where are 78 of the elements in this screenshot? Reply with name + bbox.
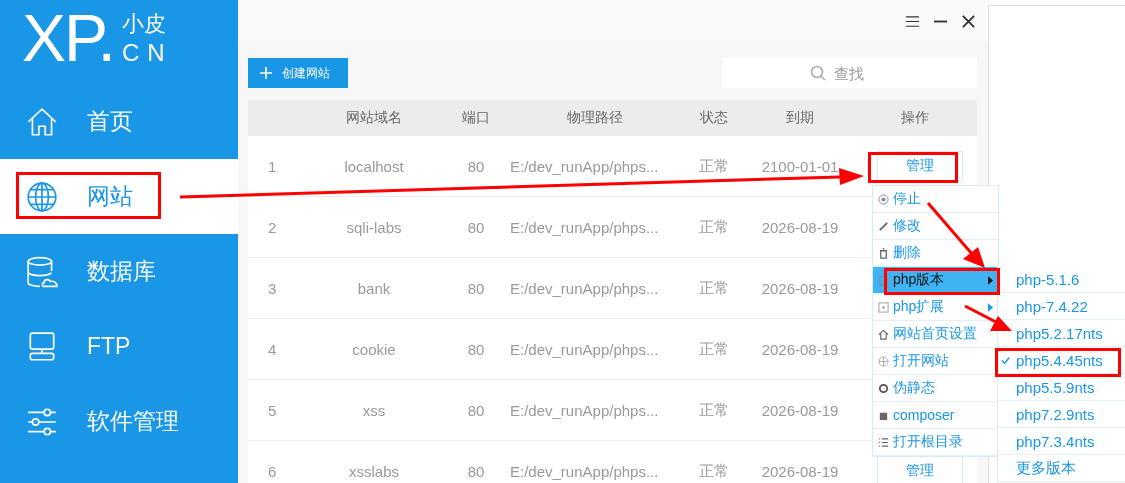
plus-icon (260, 67, 272, 79)
table-cell-text: xss (361, 401, 387, 419)
manage-button[interactable]: 管理 (876, 456, 963, 483)
table-cell-text: 6 (267, 462, 278, 480)
menu-icon[interactable] (905, 13, 920, 29)
table-cell-text: 正常 (698, 461, 730, 481)
annotation-arrow (926, 202, 985, 268)
table-cell-text: 80 (466, 279, 486, 297)
globe-icon (25, 179, 59, 214)
create-website-button[interactable]: 创建网站 (248, 58, 348, 88)
table-cell-text: E:/dev_runApp/phps... (509, 340, 660, 358)
table-cell-text: 80 (466, 218, 486, 236)
search-field[interactable]: 查找 (722, 58, 977, 88)
table-cell-text: localhost (343, 157, 405, 175)
table-cell-text: 正常 (698, 400, 730, 420)
sidebar-item[interactable]: 首页 (0, 84, 238, 159)
table-cell-text: 4 (267, 340, 278, 358)
table-cell-text: 2026-08-19 (760, 340, 840, 358)
menu-item[interactable]: php7.3.4nts (998, 428, 1125, 455)
logo-suffix: CN (121, 38, 173, 68)
table-cell-text: 2026-08-19 (760, 279, 840, 297)
column-header: 网站域名 (345, 109, 403, 127)
home-icon (878, 328, 889, 340)
stop-icon (878, 193, 889, 205)
table-cell-text: 2026-08-19 (760, 462, 840, 480)
menu-item[interactable]: 修改 (873, 213, 998, 240)
table-cell-text: 80 (466, 340, 486, 358)
table-cell-text: 2026-08-19 (760, 218, 840, 236)
menu-item[interactable]: php-5.1.6 (998, 266, 1125, 293)
column-header: 到期 (785, 109, 815, 127)
pencil-icon (878, 220, 889, 232)
menu-item[interactable]: 更多版本 (998, 455, 1125, 482)
table-cell-text: 2026-08-19 (760, 401, 840, 419)
search-icon (810, 65, 826, 81)
menu-item[interactable]: php5.5.9nts (998, 374, 1125, 401)
manage-button[interactable]: 管理 (876, 151, 963, 181)
column-header: 物理路径 (566, 109, 624, 127)
table-cell-text: E:/dev_runApp/phps... (509, 462, 660, 480)
ring-icon (878, 382, 889, 394)
table-cell-text: bank (356, 279, 392, 297)
table-cell-text: 5 (267, 401, 278, 419)
play-icon (878, 301, 889, 313)
table-cell-text: 正常 (698, 278, 730, 298)
database-icon (25, 254, 59, 289)
table-cell-text: 正常 (698, 217, 730, 237)
table-cell-text: 80 (466, 462, 486, 480)
list-icon (878, 436, 889, 448)
table-cell-text: 正常 (698, 156, 730, 176)
table-cell-text: E:/dev_runApp/phps... (509, 401, 660, 419)
logo-subtitle: 小皮 (121, 10, 167, 38)
sidebar-item[interactable]: 数据库 (0, 234, 238, 309)
table-cell-text: 1 (267, 157, 278, 175)
table-cell-text: 正常 (698, 339, 730, 359)
table-cell-text: 80 (466, 401, 486, 419)
column-header: 状态 (699, 109, 729, 127)
table-cell-text: xsslabs (348, 462, 400, 480)
table-cell-text: cookie (351, 340, 397, 358)
menu-item[interactable]: php7.2.9nts (998, 401, 1125, 428)
table-cell-text: E:/dev_runApp/phps... (509, 218, 660, 236)
menu-item[interactable]: php-7.4.22 (998, 293, 1125, 320)
column-header: 操作 (899, 109, 930, 127)
table-cell-text: 2 (267, 218, 278, 236)
menu-item[interactable]: 停止 (873, 186, 998, 213)
sidebar-item[interactable]: 软件管理 (0, 384, 238, 459)
logo-text: XP. (22, 0, 114, 76)
table-cell-text: sqli-labs (345, 218, 403, 236)
table-cell-text: 3 (267, 279, 278, 297)
close-icon[interactable] (961, 13, 976, 29)
globe-icon (878, 355, 889, 367)
sidebar-item[interactable]: 网站 (0, 159, 238, 234)
column-header: 端口 (461, 109, 491, 127)
trash-icon (878, 247, 889, 259)
table-cell-text: 80 (466, 157, 486, 175)
table-cell-text: E:/dev_runApp/phps... (509, 279, 660, 297)
sidebar-item[interactable]: FTP (0, 309, 238, 384)
menu-item[interactable]: php5.4.45nts (998, 347, 1125, 374)
table-cell-text: E:/dev_runApp/phps... (509, 157, 660, 175)
table-cell-text: 2100-01-01 (760, 157, 840, 175)
